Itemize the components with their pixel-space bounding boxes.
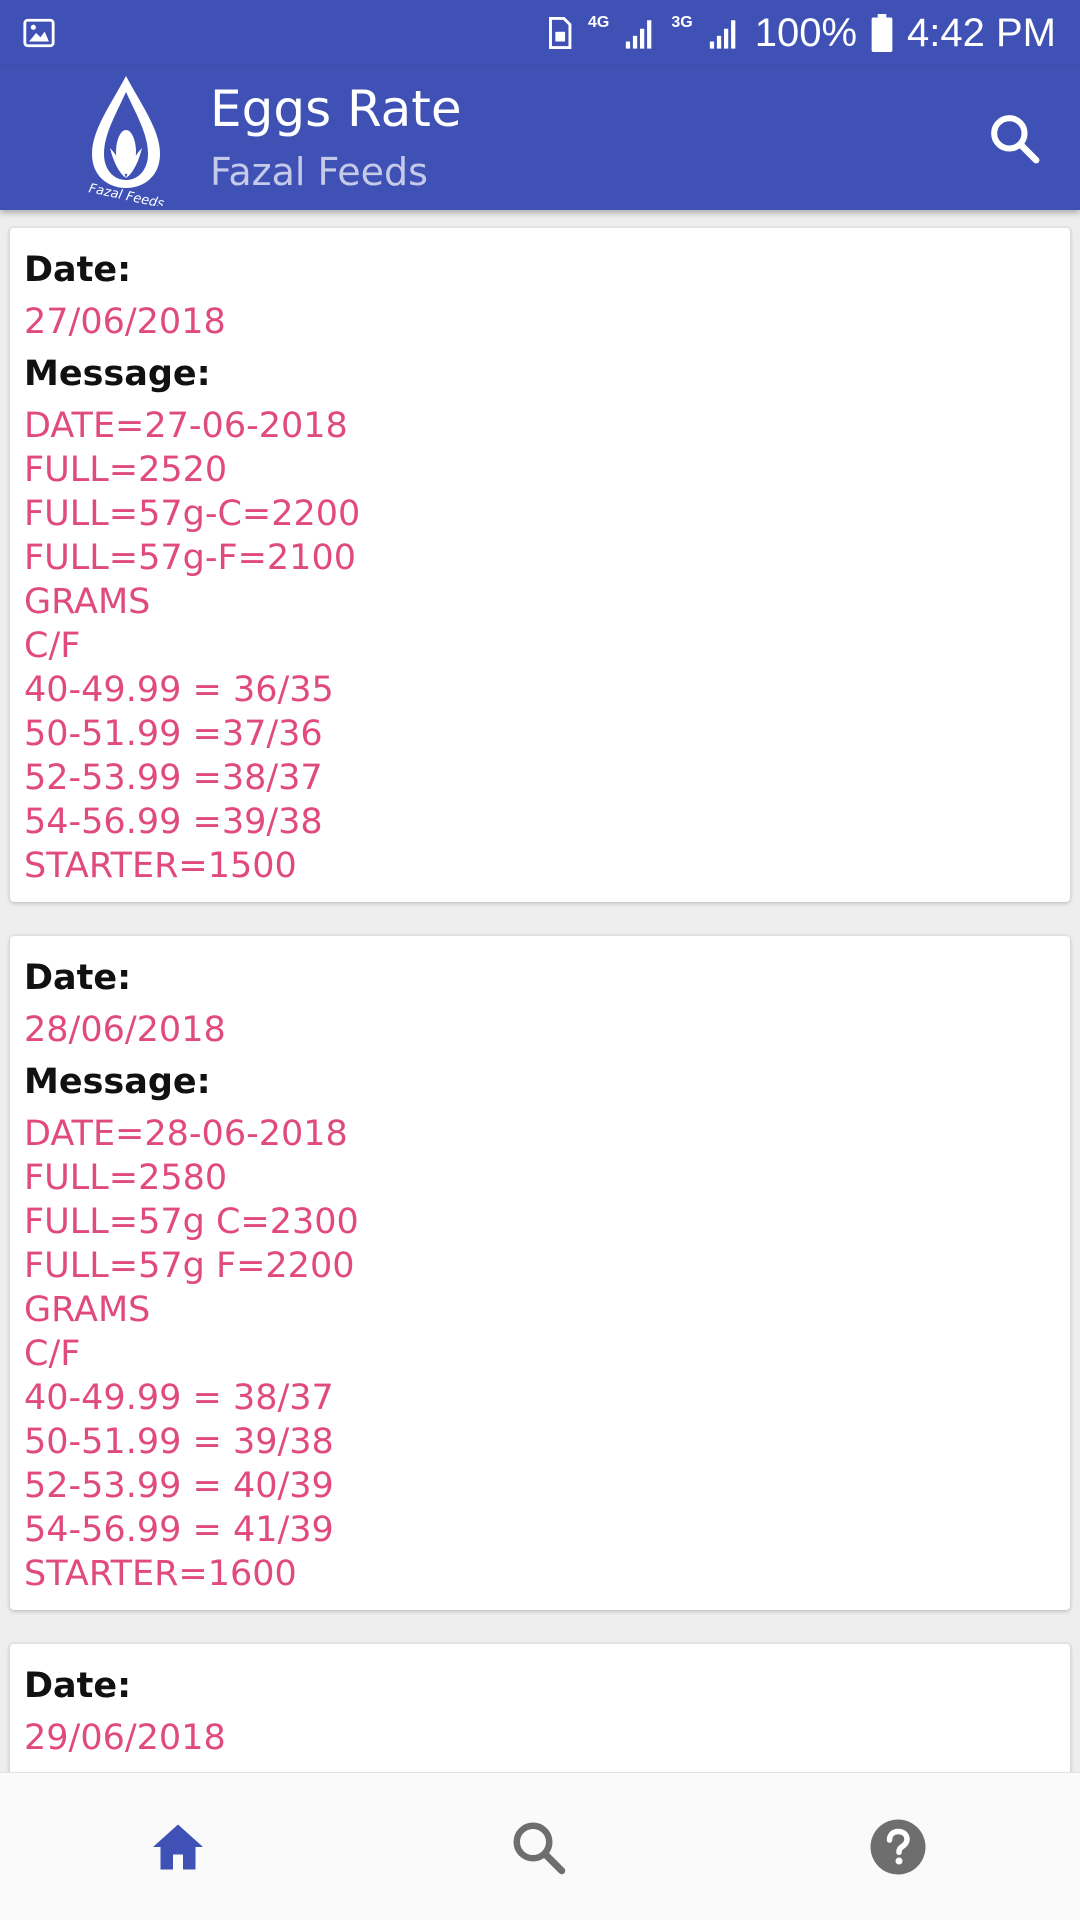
app-title: Eggs Rate <box>210 80 462 138</box>
app-bar: Fazal Feeds Eggs Rate Fazal Feeds <box>0 66 1080 210</box>
message-line: FULL=57g-F=2100 <box>24 538 356 578</box>
message-line: 40-49.99 = 36/35 <box>24 670 334 710</box>
message-body: DATE=28-06-2018 FULL=2580 FULL=57g C=230… <box>24 1112 1056 1596</box>
message-line: 40-49.99 = 38/37 <box>24 1378 334 1418</box>
rate-card[interactable]: Date: 28/06/2018 Message: DATE=28-06-201… <box>10 936 1070 1610</box>
help-icon[interactable] <box>868 1817 928 1877</box>
date-value: 27/06/2018 <box>24 302 226 342</box>
rates-list[interactable]: Date: 27/06/2018 Message: DATE=27-06-201… <box>0 210 1080 1772</box>
message-line: FULL=57g C=2300 <box>24 1202 359 1242</box>
battery-icon <box>871 14 893 52</box>
date-label: Date: <box>24 250 132 290</box>
date-value: 28/06/2018 <box>24 1010 226 1050</box>
sim-icon <box>549 16 572 50</box>
message-line: C/F <box>24 626 81 666</box>
search-icon[interactable] <box>986 110 1042 166</box>
message-line: 54-56.99 = 41/39 <box>24 1510 334 1550</box>
message-line: FULL=57g-C=2200 <box>24 494 361 534</box>
bottom-navigation <box>0 1772 1080 1920</box>
message-line: GRAMS <box>24 1290 151 1330</box>
message-label: Message: <box>24 1062 211 1102</box>
message-line: STARTER=1500 <box>24 846 297 886</box>
network-4g-label: 4G <box>588 14 610 31</box>
date-value: 29/06/2018 <box>24 1718 226 1758</box>
message-line: STARTER=1600 <box>24 1554 297 1594</box>
status-right: 4G 3G 100% 4:42 PM <box>544 0 1056 66</box>
app-subtitle: Fazal Feeds <box>210 150 428 194</box>
message-line: 50-51.99 =37/36 <box>24 714 323 754</box>
message-line: FULL=2580 <box>24 1158 228 1198</box>
message-body: DATE=27-06-2018 FULL=2520 FULL=57g-C=220… <box>24 404 1056 888</box>
image-icon <box>23 18 55 48</box>
rate-card[interactable]: Date: 27/06/2018 Message: DATE=27-06-201… <box>10 228 1070 902</box>
message-line: GRAMS <box>24 582 151 622</box>
message-line: 52-53.99 = 40/39 <box>24 1466 334 1506</box>
message-line: 50-51.99 = 39/38 <box>24 1422 334 1462</box>
search-icon[interactable] <box>508 1817 568 1877</box>
message-label: Message: <box>24 354 211 394</box>
date-label: Date: <box>24 958 132 998</box>
message-line: FULL=2520 <box>24 450 228 490</box>
signal-icon <box>709 20 736 49</box>
status-bar: 4G 3G 100% 4:42 PM <box>0 0 1080 66</box>
logo-icon: Fazal Feeds <box>87 76 165 206</box>
message-line: DATE=27-06-2018 <box>24 406 348 446</box>
message-line: FULL=57g F=2200 <box>24 1246 355 1286</box>
message-line: 54-56.99 =39/38 <box>24 802 323 842</box>
message-line: C/F <box>24 1334 81 1374</box>
home-icon[interactable] <box>148 1817 208 1877</box>
message-line: 52-53.99 =38/37 <box>24 758 323 798</box>
status-time: 4:42 PM <box>907 10 1056 55</box>
message-line: DATE=28-06-2018 <box>24 1114 348 1154</box>
rate-card[interactable]: Date: 29/06/2018 <box>10 1644 1070 1772</box>
signal-icon <box>626 20 652 49</box>
network-3g-label: 3G <box>671 14 693 31</box>
battery-percent: 100% <box>754 10 858 55</box>
date-label: Date: <box>24 1666 132 1706</box>
